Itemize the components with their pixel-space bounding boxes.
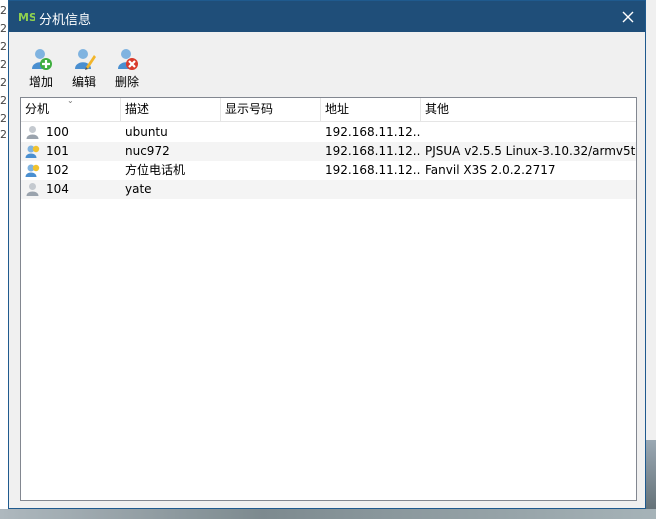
cell-extension: 101 bbox=[46, 144, 69, 158]
cell-description: 方位电话机 bbox=[125, 163, 186, 177]
cell-description: nuc972 bbox=[125, 144, 170, 158]
cell-description: ubuntu bbox=[125, 125, 168, 139]
user-offline-icon bbox=[26, 126, 39, 139]
cell-extension: 104 bbox=[46, 182, 69, 196]
cell-display-number bbox=[221, 161, 321, 180]
table-row[interactable]: 102 方位电话机 192.168.11.12... Fanvil X3S 2.… bbox=[21, 161, 636, 180]
user-online-icon bbox=[25, 164, 40, 177]
cell-address: 192.168.11.12... bbox=[325, 144, 421, 158]
table-row[interactable]: 104 yate bbox=[21, 180, 636, 199]
cell-display-number bbox=[221, 123, 321, 142]
cell-other: Fanvil X3S 2.0.2.2717 bbox=[425, 163, 556, 177]
cell-description: yate bbox=[125, 182, 152, 196]
window-title: 分机信息 bbox=[39, 13, 92, 28]
cell-other bbox=[421, 180, 636, 199]
extension-info-dialog: MS 分机信息 增加 编辑 删除 ⌄ 分机 描述 显示号码 地址 其他 100 … bbox=[8, 0, 646, 509]
edit-button[interactable]: 编辑 bbox=[64, 47, 104, 95]
background-fragment: 2 bbox=[0, 4, 7, 17]
cell-other bbox=[421, 123, 636, 142]
cell-address: 192.168.11.12... bbox=[325, 163, 421, 177]
close-icon bbox=[622, 11, 634, 22]
cell-extension: 100 bbox=[46, 125, 69, 139]
background-fragment: 2 bbox=[0, 76, 7, 89]
background-fragment: 2 bbox=[0, 22, 7, 35]
add-button-label: 增加 bbox=[28, 75, 53, 89]
background-left-strip: 2 2 2 2 2 2 2 2 bbox=[0, 0, 8, 519]
add-button[interactable]: 增加 bbox=[21, 47, 61, 95]
column-header-description[interactable]: 描述 bbox=[121, 98, 221, 121]
extension-list[interactable]: ⌄ 分机 描述 显示号码 地址 其他 100 ubuntu 192.168.11… bbox=[20, 97, 637, 501]
user-offline-icon bbox=[26, 183, 39, 196]
background-fragment: 2 bbox=[0, 94, 7, 107]
background-fragment: 2 bbox=[0, 128, 7, 141]
table-row[interactable]: 101 nuc972 192.168.11.12... PJSUA v2.5.5… bbox=[21, 142, 636, 161]
delete-user-icon bbox=[118, 49, 138, 70]
title-bar[interactable]: MS 分机信息 bbox=[9, 1, 645, 32]
background-fragment: 2 bbox=[0, 58, 7, 71]
delete-button[interactable]: 删除 bbox=[107, 47, 147, 95]
background-fragment: 2 bbox=[0, 112, 7, 125]
user-online-icon bbox=[25, 145, 40, 158]
column-header-address[interactable]: 地址 bbox=[321, 98, 421, 121]
svg-text:MS: MS bbox=[18, 11, 35, 24]
cell-address: 192.168.11.12... bbox=[325, 125, 421, 139]
background-fragment: 2 bbox=[0, 40, 7, 53]
edit-user-icon bbox=[75, 49, 96, 70]
table-row[interactable]: 100 ubuntu 192.168.11.12... bbox=[21, 123, 636, 142]
toolbar: 增加 编辑 删除 bbox=[9, 39, 645, 95]
app-logo-icon: MS bbox=[17, 8, 35, 24]
cell-display-number bbox=[221, 180, 321, 199]
sort-indicator-icon: ⌄ bbox=[67, 97, 74, 105]
cell-display-number bbox=[221, 142, 321, 161]
cell-address bbox=[321, 180, 421, 199]
cell-extension: 102 bbox=[46, 163, 69, 177]
delete-button-label: 删除 bbox=[114, 75, 139, 89]
column-header-display-number[interactable]: 显示号码 bbox=[221, 98, 321, 121]
background-bottom-strip bbox=[0, 509, 656, 519]
column-header-extension[interactable]: ⌄ 分机 bbox=[21, 98, 121, 121]
edit-button-label: 编辑 bbox=[71, 75, 96, 89]
add-user-icon bbox=[32, 49, 52, 70]
close-button[interactable] bbox=[611, 1, 645, 32]
cell-other: PJSUA v2.5.5 Linux-3.10.32/armv5t... bbox=[425, 144, 636, 158]
column-header-other[interactable]: 其他 bbox=[421, 98, 636, 121]
list-header: ⌄ 分机 描述 显示号码 地址 其他 bbox=[21, 98, 636, 122]
